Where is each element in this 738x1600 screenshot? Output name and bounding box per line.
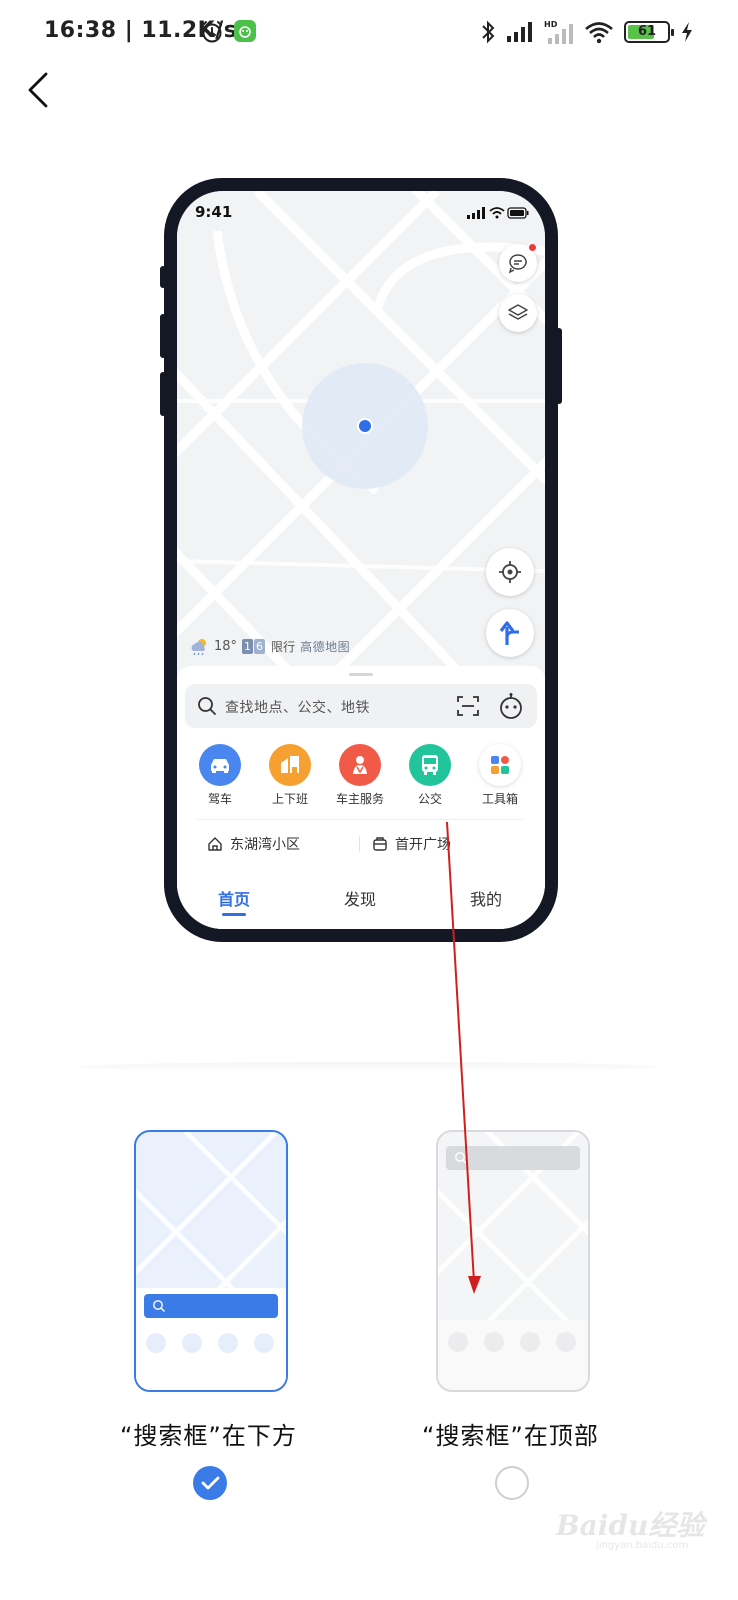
watermark-text: Baidu经验 [556,1509,705,1542]
watermark-sub: jingyan.baidu.com [596,1540,689,1551]
annotation-arrow [446,821,481,1294]
watermark-logo: Baidu经验 jingyan.baidu.com [556,1490,706,1551]
